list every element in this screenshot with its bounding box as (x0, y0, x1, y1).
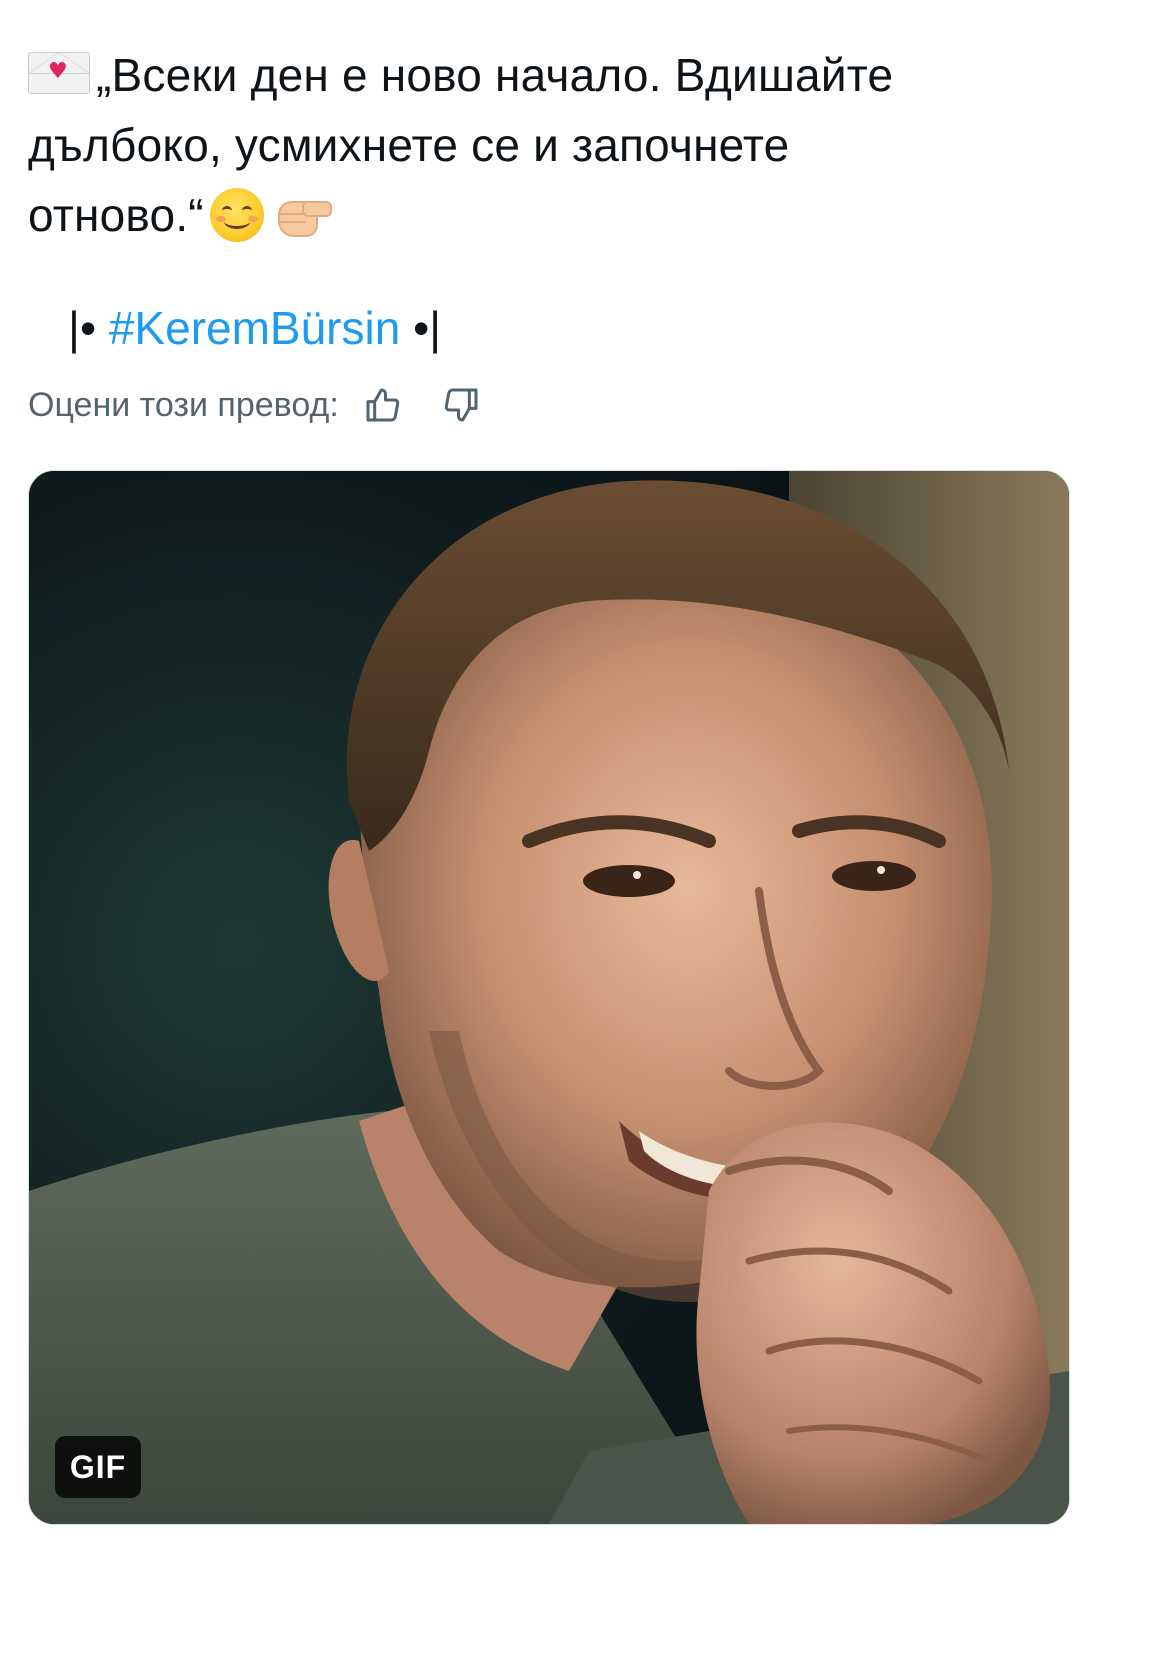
smiling-face-icon (209, 187, 264, 242)
hashtag-suffix: •| (400, 302, 442, 354)
pointing-fist-icon (272, 191, 332, 239)
tweet-text: ♥ „Всеки ден е ново начало. Вдишайте дълб… (28, 40, 1128, 250)
gif-media[interactable]: GIF (28, 470, 1070, 1525)
hashtag-link[interactable]: #KeremBürsin (109, 302, 400, 354)
tweet-text-part: „Всеки ден е ново начало. Вдишайте (96, 49, 894, 101)
hashtag-prefix: |• (68, 302, 109, 354)
tweet-text-line-2: дълбоко, усмихнете се и започнете (28, 119, 790, 171)
thumbs-up-button[interactable] (361, 383, 405, 427)
thumbs-down-button[interactable] (439, 383, 483, 427)
gif-image (29, 471, 1069, 1524)
translation-rating-label: Оцени този превод: (28, 385, 339, 424)
tweet-text-line-3: отново.“ (28, 180, 1128, 250)
tweet-text-line-1: ♥ „Всеки ден е ново начало. Вдишайте (28, 40, 1128, 110)
thumbs-down-icon (444, 388, 478, 422)
hashtag-line: |• #KeremBürsin •| (68, 300, 441, 356)
love-letter-icon: ♥ (28, 51, 90, 94)
gif-badge: GIF (55, 1436, 141, 1498)
tweet-text-part: отново.“ (28, 189, 204, 241)
thumbs-up-icon (366, 388, 399, 422)
translation-rating: Оцени този превод: (28, 380, 483, 430)
